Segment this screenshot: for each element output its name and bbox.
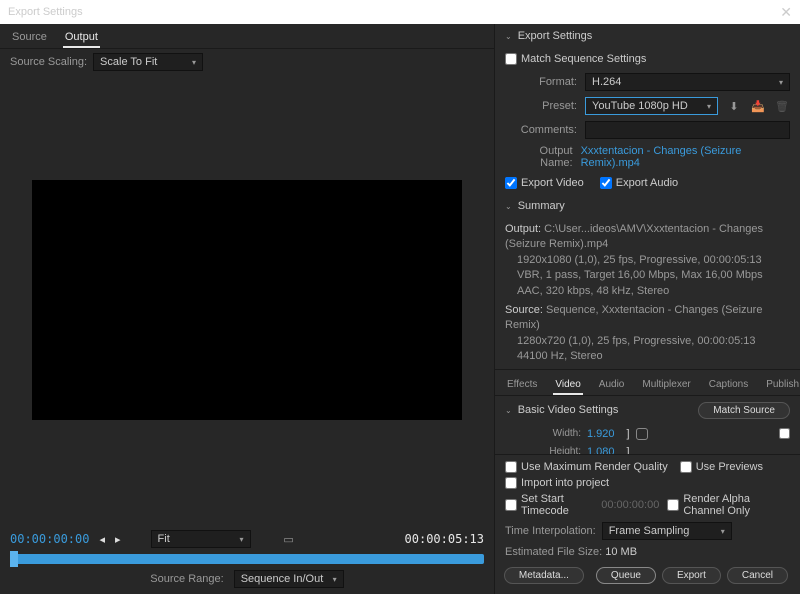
output-name-link[interactable]: Xxxtentacion - Changes (Seizure Remix).m…: [581, 145, 790, 169]
source-scaling-dropdown[interactable]: Scale To Fit▾: [93, 53, 203, 71]
subtab-video[interactable]: Video: [553, 376, 582, 395]
zoom-dropdown[interactable]: Fit▾: [151, 530, 251, 548]
link-dimensions-icon[interactable]: [636, 428, 648, 440]
aspect-icon[interactable]: ▭: [281, 531, 297, 547]
delete-preset-icon[interactable]: 🗑: [774, 98, 790, 114]
save-preset-icon[interactable]: ⬇: [726, 98, 742, 114]
max-quality-checkbox[interactable]: Use Maximum Render Quality: [505, 459, 668, 475]
import-preset-icon[interactable]: 📥: [750, 98, 766, 114]
subtab-publish[interactable]: Publish: [764, 376, 800, 395]
timecode-start[interactable]: 00:00:00:00: [10, 532, 89, 546]
export-video-checkbox[interactable]: Export Video: [505, 175, 584, 191]
match-source-button[interactable]: Match Source: [698, 402, 790, 419]
titlebar: Export Settings ✕: [0, 0, 800, 24]
collapse-icon: ⌄: [505, 32, 512, 41]
subtab-multiplexer[interactable]: Multiplexer: [640, 376, 692, 395]
match-sequence-checkbox[interactable]: Match Sequence Settings: [505, 51, 646, 67]
tab-source[interactable]: Source: [10, 28, 49, 48]
width-match-checkbox[interactable]: [779, 428, 790, 439]
comments-input[interactable]: [585, 121, 790, 139]
preview-canvas: [32, 180, 462, 420]
chevron-down-icon: ▾: [192, 58, 196, 67]
subtab-audio[interactable]: Audio: [597, 376, 627, 395]
step-back-icon[interactable]: ◂: [99, 533, 105, 546]
source-scaling-label: Source Scaling:: [10, 56, 87, 68]
start-timecode-checkbox[interactable]: Set Start Timecode: [505, 491, 593, 519]
height-value[interactable]: 1.080: [587, 446, 615, 454]
estimated-size: 10 MB: [605, 546, 637, 558]
export-audio-checkbox[interactable]: Export Audio: [600, 175, 678, 191]
summary-header[interactable]: ⌄Summary: [495, 194, 800, 218]
queue-button[interactable]: Queue: [596, 567, 656, 584]
close-icon[interactable]: ✕: [780, 4, 792, 21]
metadata-button[interactable]: Metadata...: [504, 567, 584, 584]
chevron-down-icon: ▾: [333, 575, 337, 584]
chevron-down-icon: ▾: [240, 535, 244, 544]
source-range-dropdown[interactable]: Sequence In/Out▾: [234, 570, 344, 588]
step-forward-icon[interactable]: ▸: [115, 533, 121, 546]
alpha-only-checkbox[interactable]: Render Alpha Channel Only: [667, 491, 790, 519]
source-range-label: Source Range:: [150, 573, 223, 585]
timeline-track[interactable]: [10, 554, 484, 564]
playhead[interactable]: [10, 551, 18, 567]
cancel-button[interactable]: Cancel: [727, 567, 788, 584]
time-interpolation-dropdown[interactable]: Frame Sampling▾: [602, 522, 732, 540]
basic-video-header[interactable]: ⌄Basic Video Settings Match Source: [495, 396, 800, 425]
preset-dropdown[interactable]: YouTube 1080p HD▾: [585, 97, 718, 115]
subtab-captions[interactable]: Captions: [707, 376, 750, 395]
width-value[interactable]: 1.920: [587, 428, 615, 440]
format-dropdown[interactable]: H.264▾: [585, 73, 790, 91]
window-title: Export Settings: [8, 6, 83, 18]
summary-block: Output: C:\User...ideos\AMV\Xxxtentacion…: [495, 218, 800, 369]
timecode-end: 00:00:05:13: [405, 532, 484, 546]
import-project-checkbox[interactable]: Import into project: [505, 475, 790, 491]
export-button[interactable]: Export: [662, 567, 721, 584]
subtab-effects[interactable]: Effects: [505, 376, 539, 395]
start-timecode-value: 00:00:00:00: [601, 499, 659, 511]
tab-output[interactable]: Output: [63, 28, 100, 48]
use-previews-checkbox[interactable]: Use Previews: [680, 459, 763, 475]
export-settings-header[interactable]: ⌄ Export Settings: [495, 24, 800, 48]
